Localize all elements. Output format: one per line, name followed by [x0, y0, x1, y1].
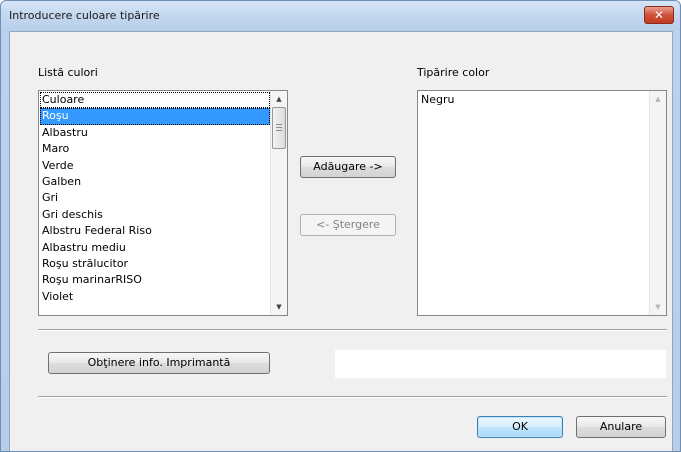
dialog-body: Listă culori Culoare Roşu Albastru Maro Verd… [9, 31, 673, 451]
scroll-up-icon: ▲ [655, 95, 661, 103]
ok-button[interactable]: OK [477, 416, 563, 438]
grip-icon [276, 124, 282, 131]
close-icon: ✕ [653, 8, 665, 22]
list-item[interactable]: Negru [419, 92, 649, 108]
scroll-down-button[interactable]: ▼ [271, 299, 287, 315]
list-item[interactable]: Albastru mediu [40, 240, 270, 256]
printer-info-field [334, 349, 667, 379]
list-item[interactable]: Violet [40, 289, 270, 305]
close-button[interactable]: ✕ [644, 6, 674, 24]
print-color-list[interactable]: Negru ▲ ▼ [417, 90, 667, 316]
remove-button[interactable]: <- Ştergere [300, 214, 396, 236]
get-printer-info-button[interactable]: Obţinere info. Imprimantă [48, 352, 270, 374]
scroll-up-button[interactable]: ▲ [271, 91, 287, 107]
title-bar[interactable]: Introducere culoare tipărire ✕ [1, 1, 680, 31]
print-color-scrollbar[interactable]: ▲ ▼ [649, 91, 666, 315]
window-title: Introducere culoare tipărire [9, 9, 160, 22]
color-list-label: Listă culori [38, 66, 98, 79]
dialog-window: Introducere culoare tipărire ✕ Listă cul… [0, 0, 681, 452]
list-item[interactable]: Gri [40, 190, 270, 206]
list-item[interactable]: Roşu [40, 108, 270, 125]
color-list-items: Culoare Roşu Albastru Maro Verde Galben Gri Gri… [40, 92, 270, 305]
print-color-label: Tipărire color [417, 66, 490, 79]
list-item[interactable]: Roşu strălucitor [40, 256, 270, 272]
scroll-down-icon: ▼ [655, 303, 661, 311]
separator-top [38, 329, 667, 331]
list-item[interactable]: Roşu marinarRISO [40, 272, 270, 288]
add-button[interactable]: Adăugare -> [300, 156, 396, 178]
scroll-up-icon: ▲ [276, 95, 282, 103]
scroll-thumb[interactable] [272, 107, 286, 149]
list-item[interactable]: Culoare [40, 92, 270, 109]
color-list-scrollbar[interactable]: ▲ ▼ [270, 91, 287, 315]
print-scroll-up-button[interactable]: ▲ [650, 91, 666, 107]
separator-bottom [38, 396, 667, 398]
print-scroll-down-button[interactable]: ▼ [650, 299, 666, 315]
list-item[interactable]: Maro [40, 141, 270, 157]
print-color-list-items: Negru [419, 92, 649, 108]
list-item[interactable]: Verde [40, 158, 270, 174]
list-item[interactable]: Gri deschis [40, 207, 270, 223]
scroll-down-icon: ▼ [276, 303, 282, 311]
list-item[interactable]: Albastru [40, 125, 270, 141]
list-item[interactable]: Albstru Federal Riso [40, 223, 270, 239]
cancel-button[interactable]: Anulare [576, 416, 666, 438]
list-item[interactable]: Galben [40, 174, 270, 190]
color-list[interactable]: Culoare Roşu Albastru Maro Verde Galben Gri Gri… [38, 90, 288, 316]
